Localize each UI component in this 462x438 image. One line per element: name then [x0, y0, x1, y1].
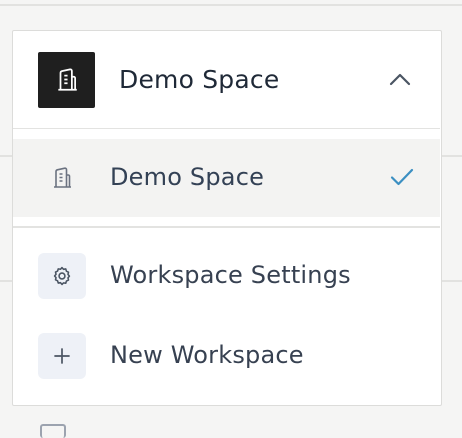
- workspace-option-icon: [38, 155, 86, 201]
- background-divider: [442, 155, 462, 157]
- workspace-settings-item[interactable]: Workspace Settings: [13, 237, 440, 315]
- workspace-switcher-trigger[interactable]: Demo Space: [13, 31, 440, 129]
- current-workspace-name: Demo Space: [119, 65, 280, 94]
- plus-icon: [54, 348, 70, 364]
- chevron-up-icon[interactable]: [387, 69, 413, 89]
- background-divider: [0, 280, 12, 282]
- workspace-option-label: Demo Space: [110, 163, 265, 191]
- new-workspace-label: New Workspace: [110, 341, 304, 369]
- building-icon: [57, 68, 77, 91]
- new-workspace-item[interactable]: New Workspace: [13, 317, 440, 395]
- background-divider: [0, 4, 462, 6]
- background-icon: [40, 424, 66, 438]
- workspace-switcher-dropdown: Demo Space Demo Space Workspace Settings…: [12, 30, 442, 406]
- checkmark-icon: [390, 168, 414, 186]
- background-divider: [0, 155, 12, 157]
- workspace-settings-icon-box: [38, 253, 86, 299]
- workspace-settings-label: Workspace Settings: [110, 261, 351, 289]
- workspace-avatar: [38, 52, 95, 108]
- new-workspace-icon-box: [38, 333, 86, 379]
- workspace-option-demo-space[interactable]: Demo Space: [13, 139, 440, 217]
- background-divider: [442, 280, 462, 282]
- menu-divider: [13, 226, 440, 228]
- building-icon: [54, 167, 71, 188]
- gear-icon: [53, 266, 71, 286]
